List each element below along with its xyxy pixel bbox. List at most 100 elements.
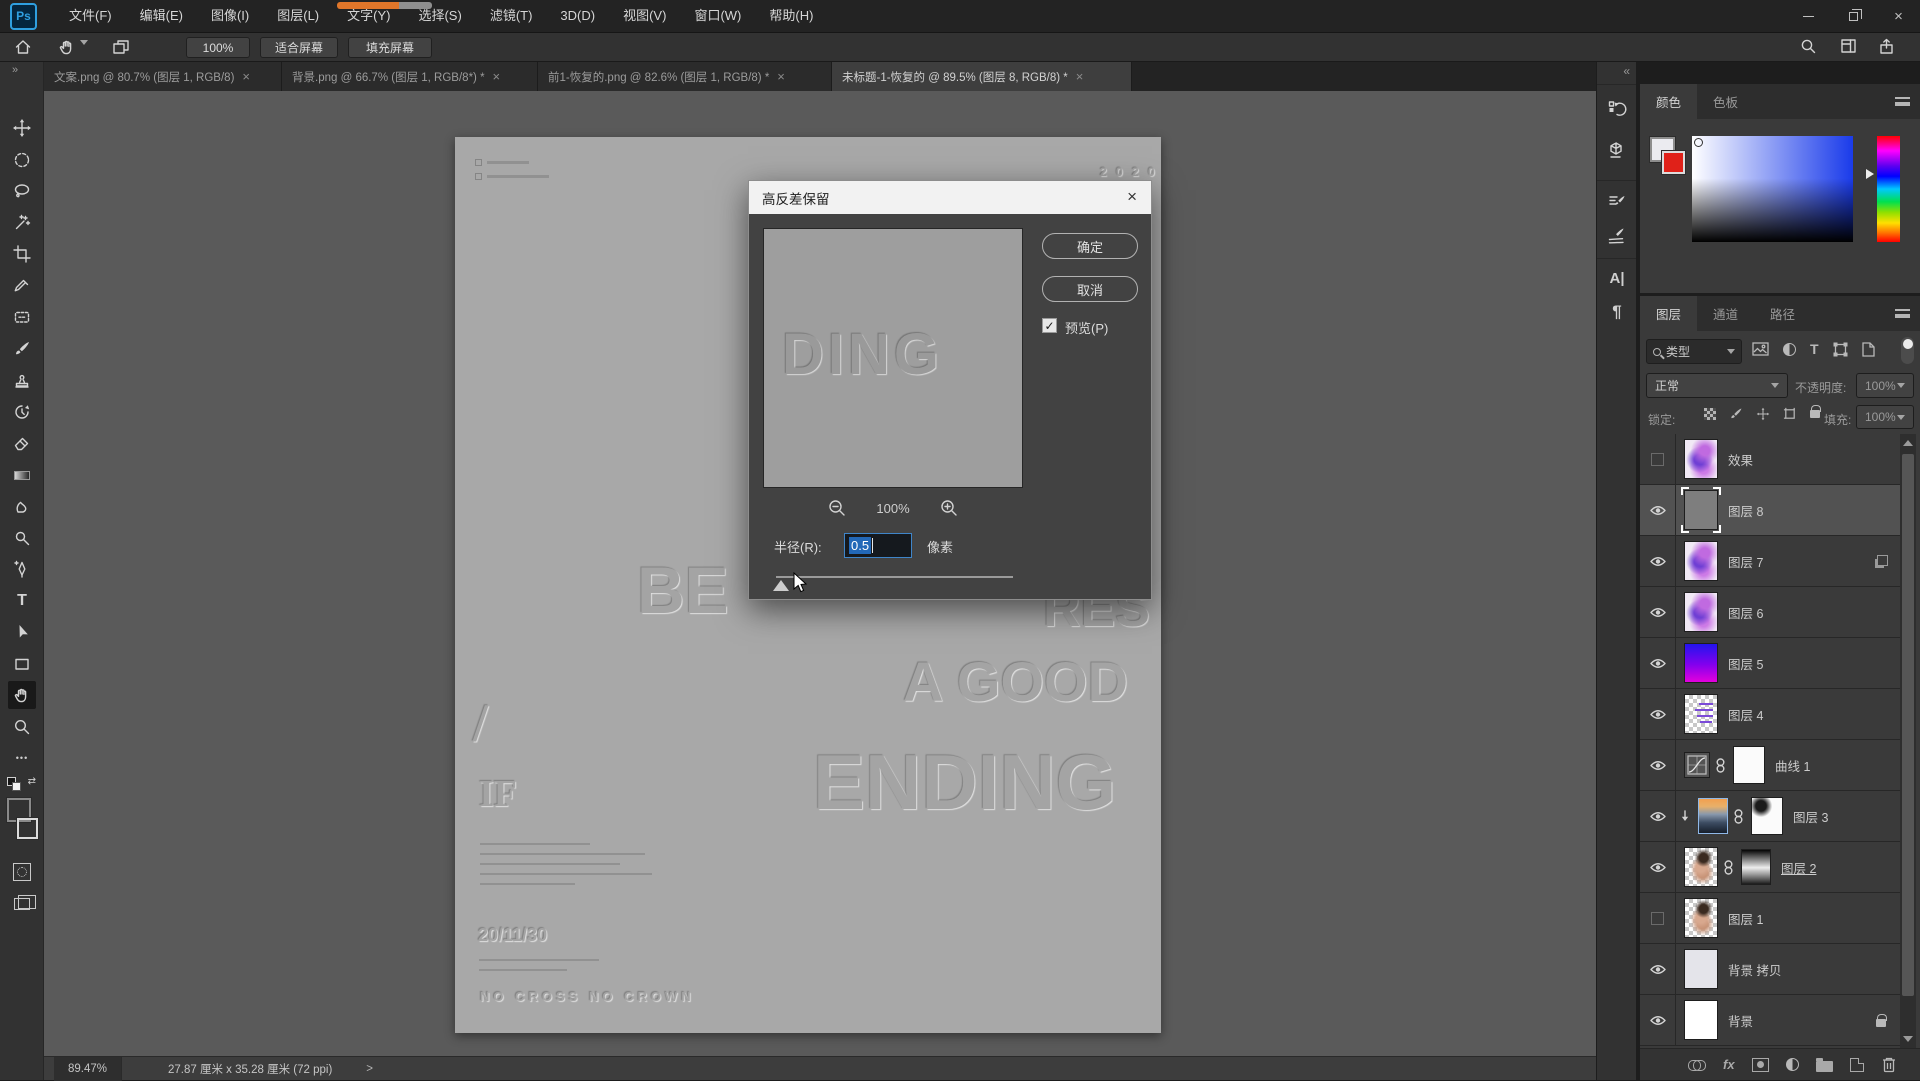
scroll-up-icon[interactable] — [1903, 440, 1913, 446]
blend-mode-dropdown[interactable]: 正常 — [1646, 373, 1788, 398]
path-select-tool[interactable] — [8, 618, 36, 646]
clone-stamp-tool[interactable] — [8, 366, 36, 394]
visibility-toggle[interactable] — [1640, 791, 1676, 841]
layer-style-fx-icon[interactable]: fx — [1723, 1057, 1735, 1072]
home-icon[interactable] — [14, 38, 32, 61]
layer-row-layer6[interactable]: 图层 6 — [1640, 587, 1900, 638]
dialog-title-bar[interactable]: 高反差保留 × — [749, 181, 1151, 214]
filter-type-layers-icon[interactable]: T — [1810, 341, 1819, 357]
tab-close-icon[interactable]: × — [242, 69, 250, 84]
zoom-100-button[interactable]: 100% — [186, 37, 250, 58]
minimize-button[interactable] — [1786, 0, 1831, 33]
visibility-toggle[interactable] — [1640, 434, 1676, 484]
fit-screen-button[interactable]: 适合屏幕 — [260, 37, 338, 58]
patch-tool[interactable] — [8, 303, 36, 331]
workspace-icon[interactable] — [1840, 38, 1857, 60]
panel-menu-icon[interactable] — [1895, 97, 1910, 106]
menu-view[interactable]: 视图(V) — [609, 0, 680, 32]
eraser-tool[interactable] — [8, 429, 36, 457]
dialog-close-icon[interactable]: × — [1127, 187, 1137, 207]
marquee-tool[interactable] — [8, 146, 36, 174]
panel-menu-icon[interactable] — [1895, 309, 1910, 318]
brushes-panel-icon[interactable] — [1605, 224, 1629, 248]
tab-channels[interactable]: 通道 — [1697, 296, 1754, 331]
quick-mask-button[interactable] — [8, 858, 36, 886]
layer-row-layer1[interactable]: 图层 1 — [1640, 893, 1900, 944]
radius-slider-thumb[interactable] — [773, 580, 789, 591]
radius-input[interactable]: 0.5 — [844, 533, 912, 558]
smudge-tool[interactable] — [8, 492, 36, 520]
tab-color[interactable]: 颜色 — [1640, 84, 1697, 119]
tab-swatches[interactable]: 色板 — [1697, 84, 1754, 119]
pen-tool[interactable] — [8, 555, 36, 583]
tab-document-2[interactable]: 背景.png @ 66.7% (图层 1, RGB/8*) *× — [282, 62, 538, 91]
share-icon[interactable] — [1878, 38, 1895, 60]
lock-all-icon[interactable] — [1810, 410, 1820, 418]
tab-close-icon[interactable]: × — [1076, 69, 1084, 84]
menu-edit[interactable]: 编辑(E) — [126, 0, 197, 32]
hue-slider[interactable] — [1877, 136, 1900, 242]
lock-position-icon[interactable] — [1756, 407, 1770, 421]
move-tool[interactable] — [8, 114, 36, 142]
collapse-panels-icon[interactable]: « — [1623, 64, 1630, 78]
visibility-toggle[interactable] — [1640, 485, 1676, 535]
menu-help[interactable]: 帮助(H) — [755, 0, 827, 32]
layer-row-effects[interactable]: 效果 — [1640, 434, 1900, 485]
gradient-tool[interactable] — [8, 461, 36, 489]
visibility-toggle[interactable] — [1640, 995, 1676, 1045]
layer-row-background-copy[interactable]: 背景 拷贝 — [1640, 944, 1900, 995]
new-layer-icon[interactable] — [1850, 1058, 1864, 1072]
filter-preview-thumbnail[interactable]: DING — [763, 228, 1023, 488]
tab-layers[interactable]: 图层 — [1640, 296, 1697, 331]
opacity-dropdown[interactable]: 100% — [1856, 373, 1914, 398]
dodge-tool[interactable] — [8, 524, 36, 552]
screen-mode-button[interactable] — [8, 890, 36, 918]
chevron-down-icon[interactable] — [80, 45, 88, 63]
brush-tool[interactable] — [8, 335, 36, 363]
layer-row-layer7[interactable]: 图层 7 — [1640, 536, 1900, 587]
filter-pixel-layers-icon[interactable] — [1752, 342, 1769, 356]
layer-row-layer4[interactable]: 图层 4 — [1640, 689, 1900, 740]
tab-close-icon[interactable]: × — [777, 69, 785, 84]
tab-document-4-active[interactable]: 未标题-1-恢复的 @ 89.5% (图层 8, RGB/8) *× — [832, 62, 1132, 91]
more-tools-button[interactable]: ••• — [8, 744, 36, 772]
visibility-toggle[interactable] — [1640, 536, 1676, 586]
brush-settings-panel-icon[interactable] — [1605, 190, 1629, 214]
swap-colors-control[interactable]: ⇄ — [6, 776, 36, 794]
type-tool[interactable]: T — [8, 587, 36, 615]
history-panel-icon[interactable] — [1605, 96, 1629, 120]
close-window-button[interactable]: × — [1876, 0, 1920, 33]
layers-scrollbar[interactable] — [1900, 434, 1916, 1048]
layer-row-layer3[interactable]: 图层 3 — [1640, 791, 1900, 842]
ok-button[interactable]: 确定 — [1042, 233, 1138, 259]
magic-wand-tool[interactable] — [8, 209, 36, 237]
link-layers-icon[interactable] — [1688, 1060, 1706, 1069]
eyedropper-tool[interactable] — [8, 272, 36, 300]
layer-row-layer2[interactable]: 图层 2 — [1640, 842, 1900, 893]
layer-row-curves1[interactable]: 曲线 1 — [1640, 740, 1900, 791]
menu-layer[interactable]: 图层(L) — [263, 0, 333, 32]
new-group-icon[interactable] — [1816, 1061, 1833, 1072]
background-color-swatch[interactable] — [17, 818, 38, 839]
menu-3d[interactable]: 3D(D) — [546, 0, 609, 32]
layer-filter-type-dropdown[interactable]: 类型 — [1646, 339, 1742, 364]
scroll-down-icon[interactable] — [1903, 1036, 1913, 1042]
lock-transparency-icon[interactable] — [1704, 408, 1716, 420]
filter-adjustment-layers-icon[interactable] — [1783, 343, 1796, 356]
menu-image[interactable]: 图像(I) — [197, 0, 263, 32]
menu-window[interactable]: 窗口(W) — [680, 0, 755, 32]
fill-dropdown[interactable]: 100% — [1856, 405, 1914, 429]
radius-slider[interactable] — [776, 576, 1013, 578]
arrange-windows-icon[interactable] — [112, 38, 130, 61]
history-brush-tool[interactable] — [8, 398, 36, 426]
rectangle-tool[interactable] — [8, 650, 36, 678]
status-options-chevron[interactable]: > — [366, 1063, 373, 1075]
tab-document-1[interactable]: 文案.png @ 80.7% (图层 1, RGB/8)× — [44, 62, 282, 91]
delete-layer-icon[interactable] — [1881, 1056, 1897, 1073]
filter-smart-objects-icon[interactable] — [1862, 342, 1875, 357]
menu-filter[interactable]: 滤镜(T) — [476, 0, 547, 32]
visibility-toggle[interactable] — [1640, 638, 1676, 688]
crop-tool[interactable] — [8, 240, 36, 268]
visibility-toggle[interactable] — [1640, 740, 1676, 790]
background-swatch[interactable] — [1662, 151, 1685, 174]
